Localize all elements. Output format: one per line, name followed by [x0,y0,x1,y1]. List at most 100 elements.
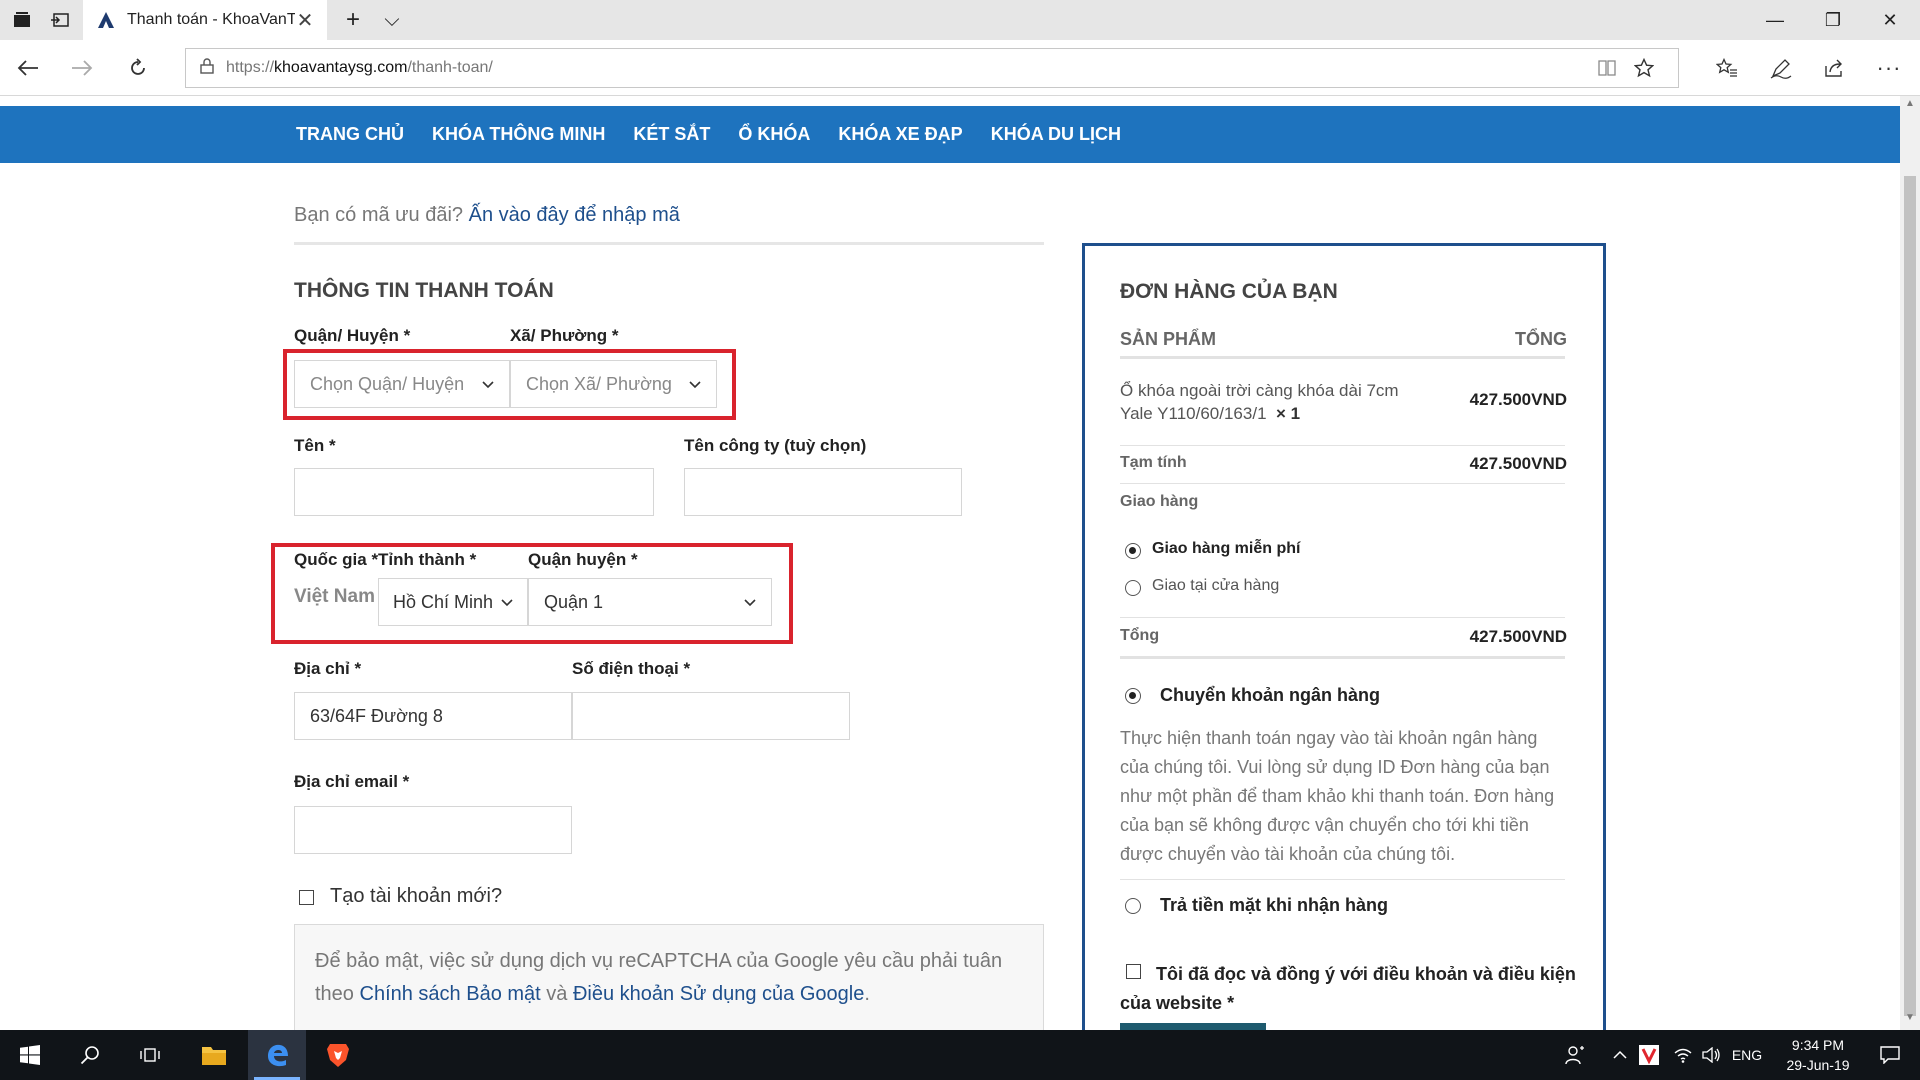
terms-label: Tôi đã đọc và đồng ý với điều khoản và đ… [1120,964,1576,1013]
coupon-divider [294,242,1044,245]
order-item-price: 427.500VND [1469,390,1567,409]
first-name-label: Tên * [294,436,336,455]
ship-free-label: Giao hàng miễn phí [1152,540,1301,557]
bank-description: Thực hiện thanh toán ngay vào tài khoản … [1120,728,1555,864]
url-host: khoavantaysg.com [274,59,408,76]
windows-taskbar: ENG 9:34 PM 29-Jun-19 [0,1030,1920,1080]
chevron-down-icon [689,376,701,392]
windows-start-icon[interactable] [2,1030,58,1080]
nav-home[interactable]: TRANG CHỦ [296,124,404,145]
vivaldi-tray-icon[interactable] [1636,1030,1662,1080]
active-tab[interactable]: Thanh toán - KhoaVanTá ✕ [83,0,327,40]
scroll-down-icon[interactable]: ▼ [1900,1012,1920,1028]
district2-select[interactable]: Quận 1 [528,578,772,626]
browser-tab-bar: Thanh toán - KhoaVanTá ✕ + ⌵ — ❐ ✕ [0,0,1920,40]
order-title: ĐƠN HÀNG CỦA BẠN [1120,280,1338,303]
favorite-star-icon[interactable] [1626,49,1662,87]
address-label: Địa chỉ * [294,659,362,678]
new-tab-button[interactable]: + [331,0,375,40]
share-icon[interactable] [1815,48,1855,88]
scroll-thumb[interactable] [1904,176,1916,1016]
address-bar[interactable]: https://khoavantaysg.com/thanh-toan/ [185,48,1679,88]
order-summary-panel: ĐƠN HÀNG CỦA BẠN SẢN PHẨM TỔNG Ổ khóa ng… [1082,243,1606,1030]
coupon-text: Bạn có mã ưu đãi? [294,204,464,226]
refresh-icon[interactable] [118,48,158,88]
pay-bank-radio[interactable] [1125,688,1141,704]
nav-padlocks[interactable]: Ổ KHÓA [738,124,810,145]
total-divider [1120,656,1565,659]
district-select[interactable]: Chọn Quận/ Huyện [294,360,510,408]
ship-store-label: Giao tại cửa hàng [1152,577,1280,594]
shipping-label: Giao hàng [1120,493,1199,510]
url-path: /thanh-toan/ [407,59,493,76]
company-field[interactable] [684,468,962,516]
tab-title: Thanh toán - KhoaVanTá [127,11,295,28]
reading-view-icon[interactable] [1589,49,1625,87]
create-account-checkbox[interactable] [299,890,314,905]
phone-field[interactable] [572,692,850,740]
subtotal-divider [1120,483,1565,484]
back-icon[interactable] [8,48,48,88]
shipping-divider [1120,617,1565,618]
clock-time: 9:34 PM [1791,1037,1845,1053]
forward-icon[interactable] [62,48,102,88]
pen-icon[interactable] [1761,48,1801,88]
url-scheme: https:// [226,59,275,76]
item-divider [1120,445,1565,446]
order-item-name: Ổ khóa ngoài trời càng khóa dài 7cm Yale… [1120,381,1399,423]
tab-list-chevron-icon[interactable]: ⌵ [370,0,414,40]
edge-icon[interactable] [248,1030,306,1080]
people-icon[interactable] [1560,1030,1590,1080]
maximize-button[interactable]: ❐ [1803,0,1863,40]
nav-travel-locks[interactable]: KHÓA DU LỊCH [991,124,1121,145]
ship-free-radio[interactable] [1125,543,1141,559]
province-label: Tỉnh thành * [378,550,477,569]
province-select[interactable]: Hồ Chí Minh [378,578,528,626]
nav-safes[interactable]: KÉT SẮT [633,124,710,145]
input-language[interactable]: ENG [1730,1030,1764,1080]
site-main-nav: TRANG CHỦ KHÓA THÔNG MINH KÉT SẮT Ổ KHÓA… [0,106,1900,163]
recaptcha-notice: Để bảo mật, việc sử dụng dịch vụ reCAPTC… [294,924,1044,1030]
privacy-policy-link[interactable]: Chính sách Bảo mật [360,983,541,1005]
terms-of-use-link[interactable]: Điều khoản Sử dụng của Google [573,983,864,1005]
more-icon[interactable]: ··· [1869,48,1909,88]
phone-label: Số điện thoại * [572,659,691,678]
create-account-label: Tạo tài khoản mới? [330,885,503,907]
volume-icon[interactable] [1698,1030,1724,1080]
address-field[interactable]: 63/64F Đường 8 [294,692,572,740]
tab-preview-icon[interactable] [38,0,82,40]
favorites-hub-icon[interactable] [1707,48,1747,88]
col-product-header: SẢN PHẨM [1120,329,1217,349]
email-field[interactable] [294,806,572,854]
page-scrollbar[interactable]: ▲ ▼ [1900,96,1920,1030]
brave-icon[interactable] [310,1030,366,1080]
file-explorer-icon[interactable] [186,1030,242,1080]
ship-store-radio[interactable] [1125,580,1141,596]
nav-bike-locks[interactable]: KHÓA XE ĐẠP [838,124,962,145]
scroll-up-icon[interactable]: ▲ [1900,98,1920,114]
task-view-icon[interactable] [122,1030,178,1080]
search-icon[interactable] [62,1030,118,1080]
total-label: Tổng [1120,627,1160,644]
place-order-button[interactable] [1120,1023,1266,1030]
close-window-button[interactable]: ✕ [1860,0,1920,40]
pay-cod-radio[interactable] [1125,898,1141,914]
district-label: Quận/ Huyện * [294,326,411,345]
nav-smart-locks[interactable]: KHÓA THÔNG MINH [432,124,605,145]
chevron-down-icon [482,376,494,392]
clock[interactable]: 9:34 PM 29-Jun-19 [1768,1030,1868,1080]
ward-label: Xã/ Phường * [510,326,619,345]
tab-close-icon[interactable]: ✕ [295,8,315,33]
minimize-button[interactable]: — [1745,0,1805,40]
subtotal-value: 427.500VND [1469,454,1567,473]
coupon-link[interactable]: Ấn vào đây để nhập mã [469,204,680,226]
email-label: Địa chỉ email * [294,772,410,791]
notification-icon[interactable] [1868,1030,1912,1080]
billing-title: THÔNG TIN THANH TOÁN [294,279,554,302]
ward-select[interactable]: Chọn Xã/ Phường [510,360,717,408]
wifi-icon[interactable] [1670,1030,1696,1080]
first-name-field[interactable] [294,468,654,516]
coupon-notice: Bạn có mã ưu đãi? Ấn vào đây để nhập mã [294,204,680,227]
tray-chevron-icon[interactable] [1608,1030,1632,1080]
subtotal-label: Tạm tính [1120,454,1187,471]
